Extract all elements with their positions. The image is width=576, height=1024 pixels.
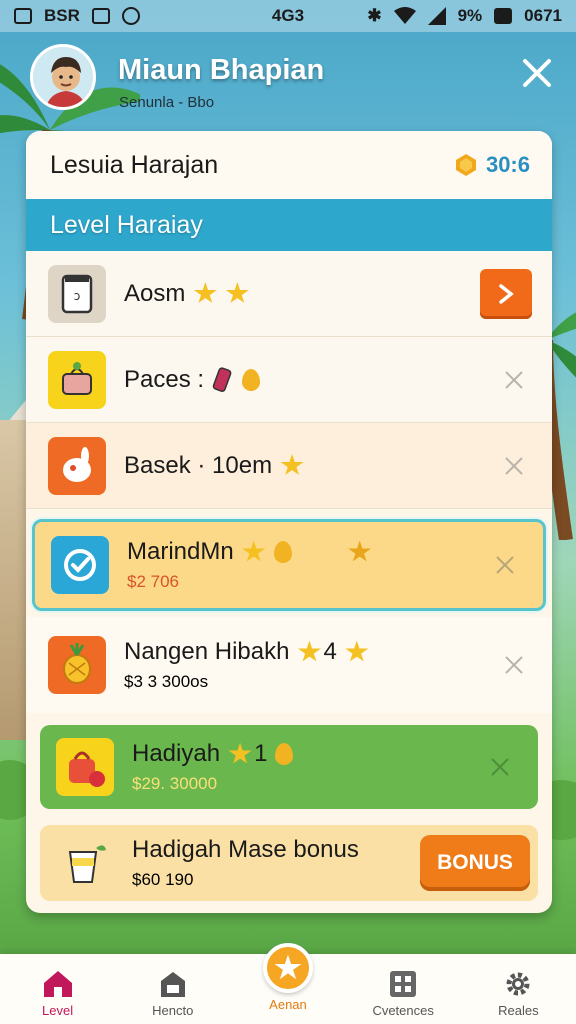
highlighted-level-card[interactable]: MarindMn $2 706: [32, 519, 546, 611]
close-button[interactable]: [518, 54, 556, 92]
bottom-nav: Level Hencto Aenan Cvetences Reales: [0, 943, 576, 1024]
star-icon: [297, 640, 321, 662]
star-icon: [280, 454, 304, 475]
item-name: Hadigah Mase bonus: [132, 836, 359, 863]
gear-icon: [506, 972, 530, 996]
bonus-button[interactable]: BONUS: [420, 835, 530, 891]
level-card[interactable]: Hadiyah 1 $29. 30000: [40, 725, 538, 809]
shop-icon: [160, 972, 185, 997]
sync-icon: [121, 7, 140, 25]
header: Miaun Bhapian Senunla - Bbo: [0, 40, 576, 130]
drop-icon: [273, 541, 292, 563]
nav-item-aenan[interactable]: Aenan: [238, 943, 338, 1012]
nav-label: Level: [42, 1003, 74, 1018]
svg-text:ɔ: ɔ: [74, 289, 81, 303]
coin-count: 30:6: [485, 152, 530, 177]
drop-icon: [242, 368, 261, 391]
coin-icon: [455, 154, 476, 176]
close-icon: [491, 758, 509, 776]
close-icon: [505, 456, 523, 475]
coin-star-icon: [348, 540, 372, 562]
notification-icon: [91, 8, 110, 24]
bunny-icon: [48, 436, 106, 495]
star-icon: [274, 954, 302, 980]
close-icon: [505, 370, 523, 389]
nav-item-reales[interactable]: Reales: [468, 969, 568, 1018]
nav-label: Reales: [498, 1003, 539, 1018]
cup-icon: [56, 834, 114, 892]
bonus-card[interactable]: Hadigah Mase bonus $60 190 BONUS: [40, 825, 538, 901]
item-price: $2 706: [127, 572, 179, 591]
play-button[interactable]: [480, 268, 532, 319]
image-icon: [14, 8, 32, 24]
basket-icon: [48, 350, 106, 409]
tag-icon: [212, 366, 232, 392]
item-price: $60 190: [132, 870, 194, 889]
list-item[interactable]: ɔ Aosm: [26, 251, 552, 337]
player-name: Miaun Bhapian: [118, 54, 325, 86]
level-panel: Lesuia Harajan 30:6 Level Haraiay ɔ Aosm: [26, 131, 552, 913]
chevron-right-icon: [499, 283, 514, 304]
item-name: Basek · 10em: [124, 451, 273, 479]
home-icon: [43, 971, 72, 997]
panel-title: Lesuia Harajan: [50, 150, 219, 179]
clock: 0671: [524, 6, 562, 25]
signal-icon: [427, 7, 446, 25]
close-icon: [496, 556, 514, 574]
jar-icon: ɔ: [48, 264, 106, 323]
section-title: Level Haraiay: [26, 199, 552, 251]
player-subtitle: Senunla - Bbo: [119, 94, 215, 111]
star-count: 1: [254, 740, 268, 767]
item-price: $29. 30000: [132, 774, 218, 793]
dismiss-button[interactable]: [502, 454, 526, 478]
status-left-text: BSR: [44, 6, 80, 25]
drop-icon: [275, 743, 294, 765]
item-name: Hadiyah: [132, 740, 221, 767]
close-icon: [505, 656, 523, 674]
nav-label: Hencto: [152, 1003, 194, 1018]
bag-icon: [56, 738, 114, 796]
item-name: MarindMn: [127, 538, 234, 565]
nav-label: Aenan: [269, 997, 307, 1012]
battery-icon: [494, 8, 513, 24]
star-count: 4: [323, 638, 337, 665]
dismiss-button[interactable]: [502, 368, 526, 392]
coin-balance: 30:6: [454, 152, 530, 178]
dismiss-button[interactable]: [502, 653, 526, 677]
bluetooth-icon: ✱: [367, 6, 382, 25]
dismiss-button[interactable]: [488, 755, 512, 779]
pineapple-icon: [48, 636, 106, 694]
list-item[interactable]: Paces :: [26, 337, 552, 423]
item-name: Aosm: [124, 279, 186, 307]
list-item[interactable]: Basek · 10em: [26, 423, 552, 509]
item-name: Paces :: [124, 365, 205, 393]
close-icon: [523, 59, 551, 87]
star-icon: [242, 540, 266, 562]
dismiss-button[interactable]: [493, 553, 517, 577]
grid-icon: [390, 971, 417, 997]
star-icon: [228, 742, 252, 764]
status-bar: BSR 4G3 ✱ 9% 0671: [0, 0, 576, 32]
nav-label: Cvetences: [372, 1003, 434, 1018]
level-card[interactable]: Nangen Hibakh 4 $3 3 300os: [26, 617, 552, 713]
star-icon: [225, 282, 249, 303]
avatar-image: [33, 47, 93, 107]
nav-item-cvetences[interactable]: Cvetences: [353, 969, 453, 1018]
star-icon: [345, 640, 369, 662]
nav-item-hencto[interactable]: Hencto: [123, 969, 223, 1018]
panel-header: Lesuia Harajan 30:6: [26, 131, 552, 199]
nav-item-level[interactable]: Level: [8, 969, 108, 1018]
item-name: Nangen Hibakh: [124, 638, 290, 665]
star-icon: [193, 282, 217, 303]
network-type: 4G3: [271, 6, 305, 25]
target-icon: [51, 536, 109, 594]
avatar[interactable]: [30, 44, 96, 110]
battery-percent: 9%: [457, 6, 483, 25]
wifi-icon: [393, 7, 416, 24]
item-price: $3 3 300os: [124, 672, 209, 691]
